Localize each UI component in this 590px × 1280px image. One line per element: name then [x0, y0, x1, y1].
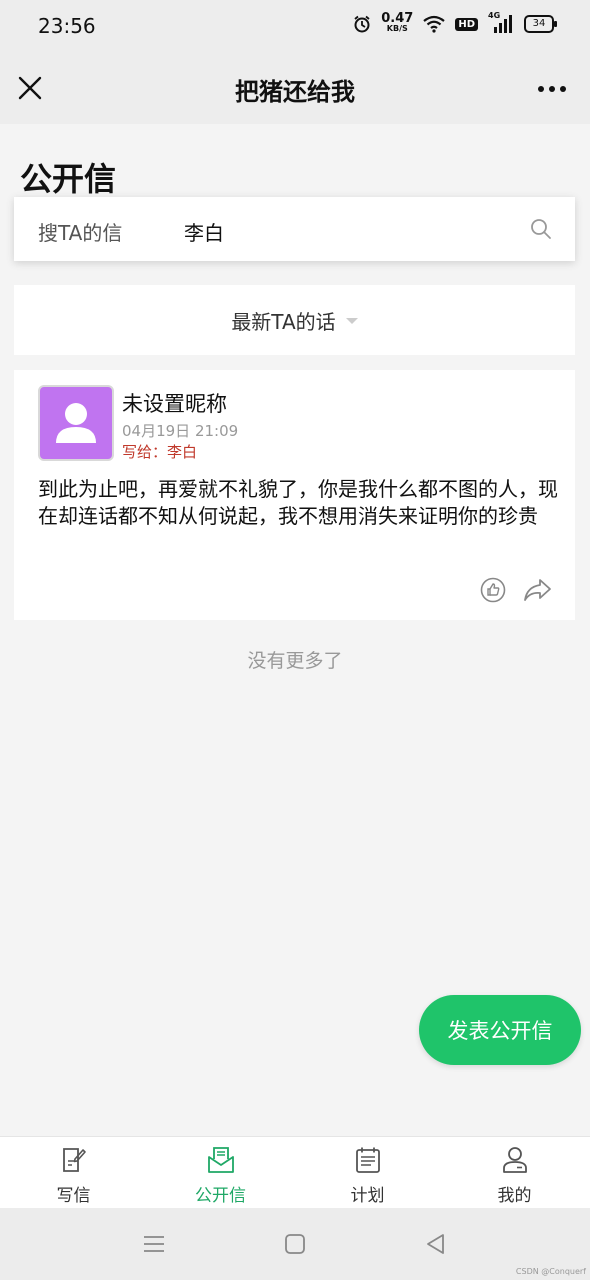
letter-card[interactable]: 未设置昵称 04月19日 21:09 写给：李白 到此为止吧，再爱就不礼貌了，你… [14, 370, 575, 620]
more-options-icon[interactable] [538, 86, 566, 92]
search-input[interactable]: 李白 [184, 217, 224, 246]
more-dot [549, 86, 555, 92]
write-letter-icon [63, 1148, 86, 1172]
search-label: 搜TA的信 [38, 221, 123, 245]
avatar[interactable] [38, 385, 114, 461]
recipient: 写给：李白 [122, 441, 197, 462]
alarm-icon [354, 15, 370, 33]
battery-icon: 34 [524, 15, 557, 33]
status-time: 23:56 [38, 14, 96, 38]
network-speed: 0.47 KB/S [381, 11, 414, 34]
back-icon[interactable] [424, 1232, 448, 1256]
hd-badge: HD [455, 17, 478, 31]
plan-icon [356, 1147, 380, 1173]
nav-title: 把猪还给我 [235, 78, 355, 106]
watermark: CSDN @Conquerf [515, 1267, 586, 1276]
caret-down-icon [345, 318, 358, 324]
tab-label: 写信 [56, 1186, 91, 1206]
sort-label: 最新TA的话 [231, 309, 336, 334]
search-box[interactable]: 搜TA的信 李白 [14, 197, 575, 261]
recipient-name: 李白 [167, 443, 198, 461]
tab-open-letter[interactable]: 公开信 [147, 1137, 294, 1209]
thumbs-up-icon[interactable] [480, 577, 506, 603]
profile-icon [503, 1147, 527, 1173]
home-icon[interactable] [283, 1232, 307, 1256]
share-icon[interactable] [522, 577, 552, 603]
wifi-icon [423, 15, 446, 33]
cell-signal-icon: 4G [488, 11, 514, 33]
tab-label: 我的 [497, 1186, 532, 1206]
status-bar: 23:56 0.47 KB/S HD 4G 34 [0, 0, 590, 52]
sort-dropdown[interactable]: 最新TA的话 [14, 285, 575, 355]
recipient-label: 写给： [122, 443, 168, 461]
page-title: 公开信 [20, 160, 117, 198]
more-dot [538, 86, 544, 92]
post-time: 04月19日 21:09 [122, 422, 239, 440]
letter-body: 到此为止吧，再爱就不礼貌了，你是我什么都不图的人，现在却连话都不知从何说起，我不… [38, 477, 558, 528]
tab-write[interactable]: 写信 [0, 1137, 147, 1209]
user-icon [56, 403, 96, 443]
search-icon[interactable] [529, 217, 553, 241]
author-name: 未设置昵称 [122, 392, 227, 416]
speed-value: 0.47 [381, 11, 414, 26]
tab-bar: 写信 公开信 计划 我的 [0, 1136, 590, 1209]
no-more-text: 没有更多了 [247, 650, 343, 672]
status-icons: 0.47 KB/S HD 4G 34 [353, 11, 557, 34]
more-dot [560, 86, 566, 92]
open-letter-icon [208, 1147, 234, 1173]
tab-plan[interactable]: 计划 [294, 1137, 441, 1209]
system-nav-bar: CSDN @Conquerf [0, 1208, 590, 1280]
tab-label: 计划 [350, 1186, 385, 1206]
menu-icon[interactable] [142, 1232, 166, 1256]
publish-open-letter-button[interactable]: 发表公开信 [419, 995, 581, 1065]
tab-label: 公开信 [195, 1186, 246, 1206]
tab-profile[interactable]: 我的 [441, 1137, 588, 1209]
nav-bar: 把猪还给我 [0, 52, 590, 124]
